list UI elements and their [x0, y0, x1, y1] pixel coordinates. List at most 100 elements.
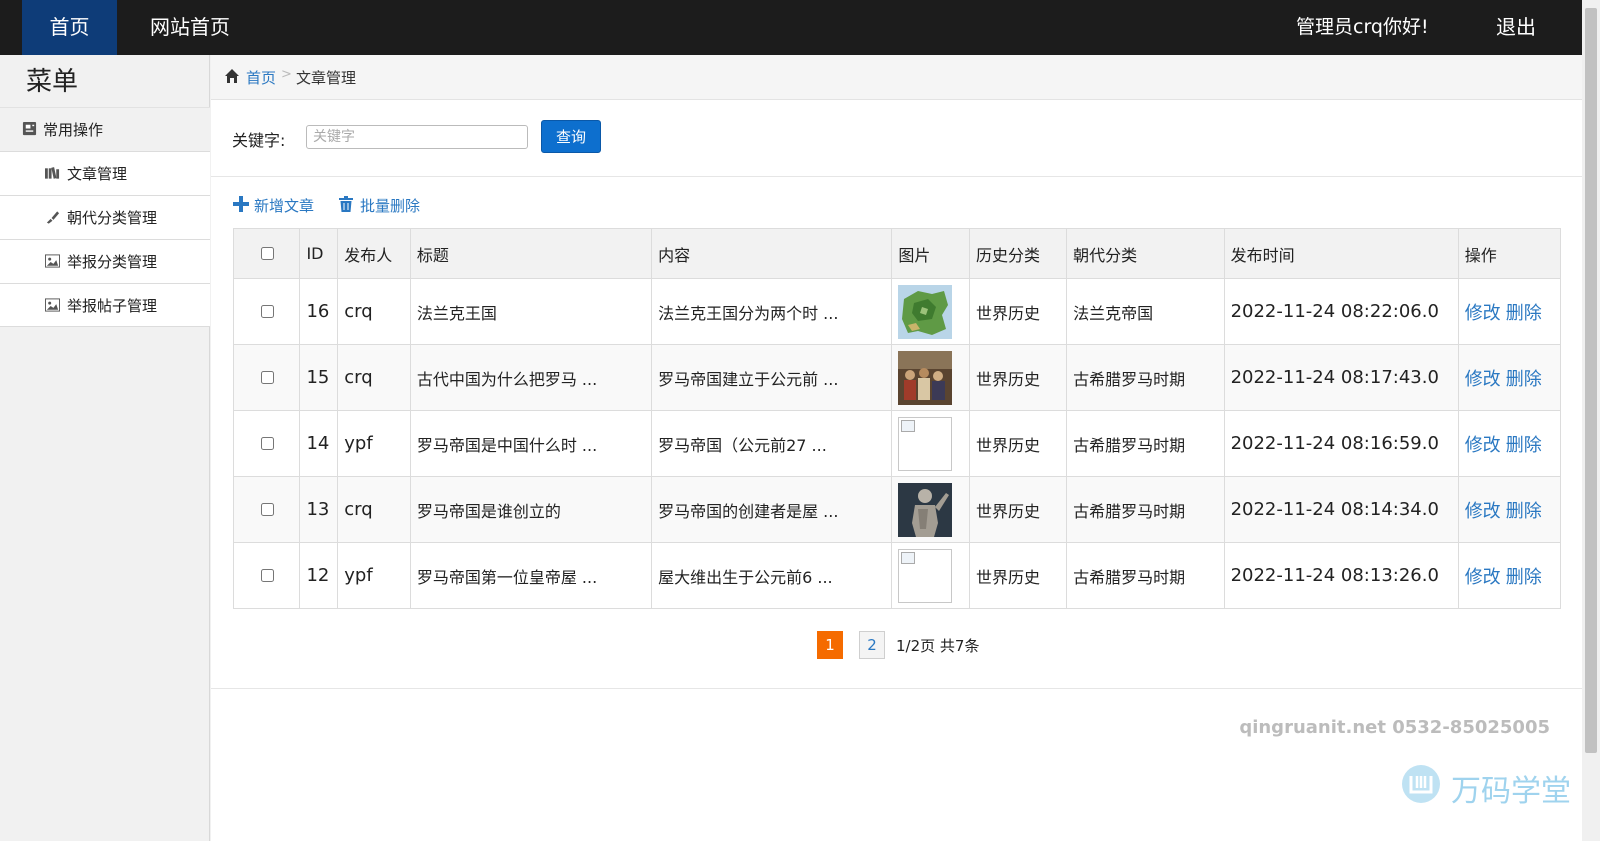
- nav-tab-website-home[interactable]: 网站首页: [150, 0, 230, 55]
- column-header-image[interactable]: 图片: [891, 228, 971, 279]
- cell-title: 法兰克王国: [409, 278, 653, 345]
- home-icon: [225, 69, 239, 83]
- table-row: 13 crq 罗马帝国是谁创立的 罗马帝国的创建者是屋 ... 世界历史 古希腊…: [232, 476, 1562, 543]
- cell-image: [891, 476, 971, 543]
- column-header-history-category[interactable]: 历史分类: [969, 228, 1068, 279]
- column-header-dynasty-category[interactable]: 朝代分类: [1066, 228, 1225, 279]
- menu-group-label: 常用操作: [43, 121, 104, 139]
- delete-link[interactable]: 删除: [1506, 435, 1542, 456]
- article-thumbnail-painting[interactable]: [898, 350, 953, 405]
- cell-history-category: 世界历史: [969, 344, 1068, 411]
- column-header-publish-time[interactable]: 发布时间: [1223, 228, 1459, 279]
- cell-author: crq: [337, 278, 411, 345]
- row-select-cell: [232, 476, 301, 543]
- scrollbar-thumb[interactable]: [1585, 8, 1597, 753]
- cell-dynasty-category: 古希腊罗马时期: [1066, 476, 1225, 543]
- cell-history-category: 世界历史: [969, 278, 1068, 345]
- cell-dynasty-category: 古希腊罗马时期: [1066, 542, 1225, 609]
- keyword-input[interactable]: [306, 125, 528, 149]
- edit-link[interactable]: 修改: [1465, 303, 1501, 324]
- edit-link[interactable]: 修改: [1465, 501, 1501, 522]
- cell-publish-time: 2022-11-24 08:17:43.0: [1223, 344, 1459, 411]
- article-thumbnail-statue[interactable]: [898, 482, 953, 537]
- column-header-content[interactable]: 内容: [651, 228, 893, 279]
- sidebar-item-dynasty-category[interactable]: 朝代分类管理: [0, 195, 210, 239]
- cell-id: 13: [299, 476, 339, 543]
- edit-link[interactable]: 修改: [1465, 435, 1501, 456]
- add-article-button[interactable]: 新增文章: [233, 195, 314, 216]
- search-button[interactable]: 查询: [541, 120, 601, 153]
- page-2-button[interactable]: 2: [859, 631, 885, 659]
- row-checkbox[interactable]: [260, 502, 274, 516]
- cell-title: 罗马帝国第一位皇帝屋 ...: [409, 542, 653, 609]
- row-checkbox[interactable]: [260, 436, 274, 450]
- picture-icon: [45, 298, 60, 312]
- page-1-button[interactable]: 1: [817, 631, 843, 659]
- breadcrumb-home-link[interactable]: 首页: [246, 67, 276, 88]
- delete-link[interactable]: 删除: [1506, 501, 1542, 522]
- pagination: 1 2 1/2页 共7条: [211, 630, 1582, 660]
- cell-id: 14: [299, 410, 339, 477]
- row-select-cell: [232, 542, 301, 609]
- table-row: 15 crq 古代中国为什么把罗马 ... 罗马帝国建立于公元前 ... 世界历…: [232, 344, 1562, 411]
- cell-content: 屋大维出生于公元前6 ...: [651, 542, 893, 609]
- column-header-title[interactable]: 标题: [409, 228, 653, 279]
- cell-title: 罗马帝国是谁创立的: [409, 476, 653, 543]
- cell-content: 罗马帝国的创建者是屋 ...: [651, 476, 893, 543]
- sidebar-item-article-management[interactable]: 文章管理: [0, 151, 210, 195]
- contact-card-icon: [22, 121, 37, 136]
- logout-link[interactable]: 退出: [1496, 0, 1536, 55]
- cell-actions: 修改 删除: [1457, 410, 1562, 477]
- column-header-author[interactable]: 发布人: [337, 228, 411, 279]
- row-checkbox[interactable]: [260, 370, 274, 384]
- row-select-cell: [232, 344, 301, 411]
- cell-history-category: 世界历史: [969, 476, 1068, 543]
- cell-content: 罗马帝国（公元前27 ...: [651, 410, 893, 477]
- cell-title: 罗马帝国是中国什么时 ...: [409, 410, 653, 477]
- sidebar-item-report-post[interactable]: 举报帖子管理: [0, 283, 210, 327]
- cell-author: crq: [337, 344, 411, 411]
- nav-tab-home[interactable]: 首页: [22, 0, 117, 55]
- delete-link[interactable]: 删除: [1506, 369, 1542, 390]
- books-icon: [45, 167, 60, 179]
- delete-link[interactable]: 删除: [1506, 567, 1542, 588]
- edit-link[interactable]: 修改: [1465, 567, 1501, 588]
- edit-link[interactable]: 修改: [1465, 369, 1501, 390]
- row-checkbox[interactable]: [260, 304, 274, 318]
- broken-image-icon[interactable]: [898, 548, 953, 603]
- cell-dynasty-category: 古希腊罗马时期: [1066, 344, 1225, 411]
- sidebar-item-report-category[interactable]: 举报分类管理: [0, 239, 210, 283]
- article-table: ID 发布人 标题 内容 图片 历史分类 朝代分类 发布时间 操作 16 crq…: [232, 228, 1562, 609]
- sidebar-item-label: 举报分类管理: [67, 253, 158, 271]
- delete-link[interactable]: 删除: [1506, 303, 1542, 324]
- sidebar-item-label: 朝代分类管理: [67, 209, 158, 227]
- main-content: 关键字: 查询 新增文章 批量删除: [211, 100, 1582, 841]
- cell-content: 罗马帝国建立于公元前 ...: [651, 344, 893, 411]
- broken-image-icon[interactable]: [898, 416, 953, 471]
- cell-author: ypf: [337, 410, 411, 477]
- column-header-id[interactable]: ID: [299, 228, 339, 279]
- brush-icon: [46, 211, 60, 224]
- cell-id: 12: [299, 542, 339, 609]
- row-select-cell: [232, 278, 301, 345]
- cell-dynasty-category: 古希腊罗马时期: [1066, 410, 1225, 477]
- cell-dynasty-category: 法兰克帝国: [1066, 278, 1225, 345]
- select-all-checkbox[interactable]: [260, 246, 274, 260]
- menu-group-common[interactable]: 常用操作: [0, 107, 210, 151]
- table-row: 12 ypf 罗马帝国第一位皇帝屋 ... 屋大维出生于公元前6 ... 世界历…: [232, 542, 1562, 609]
- table-header-row: ID 发布人 标题 内容 图片 历史分类 朝代分类 发布时间 操作: [232, 228, 1562, 279]
- watermark-text: 万码学堂: [1451, 774, 1571, 809]
- cell-image: [891, 278, 971, 345]
- page-info: 1/2页 共7条: [896, 637, 980, 655]
- cell-actions: 修改 删除: [1457, 278, 1562, 345]
- row-select-cell: [232, 410, 301, 477]
- row-checkbox[interactable]: [260, 568, 274, 582]
- footer-contact: qingruanit.net 0532-85025005: [1239, 717, 1550, 738]
- cell-author: ypf: [337, 542, 411, 609]
- cell-author: crq: [337, 476, 411, 543]
- breadcrumb-current: 文章管理: [296, 69, 357, 87]
- batch-delete-button[interactable]: 批量删除: [339, 195, 420, 216]
- sidebar-item-label: 文章管理: [67, 165, 128, 183]
- article-thumbnail-map[interactable]: [898, 284, 953, 339]
- trash-icon: [339, 196, 353, 212]
